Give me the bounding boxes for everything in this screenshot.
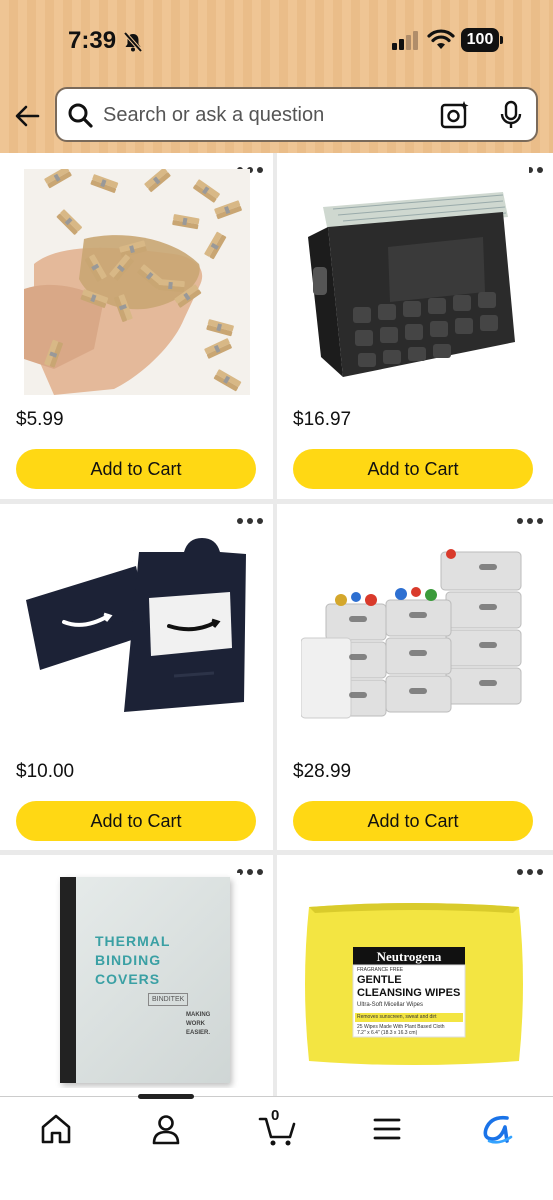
product-label-tagline: WORK: [186, 1021, 205, 1027]
product-price: $28.99: [293, 761, 352, 782]
product-label-size: 7.2" x 6.4" (18.3 x 16.3 cm): [357, 1030, 418, 1036]
battery-level: 100: [461, 28, 499, 52]
bottom-nav: 0: [0, 1094, 553, 1200]
product-label-brand: Neutrogena: [376, 949, 442, 964]
product-image-thermal-binding-covers[interactable]: THERMAL BINDING COVERS BINDITEK MAKING W…: [40, 873, 240, 1088]
menu-icon[interactable]: [369, 1111, 405, 1147]
add-to-cart-button[interactable]: Add to Cart: [293, 449, 533, 489]
product-card[interactable]: $16.97 Add to Cart: [277, 153, 553, 499]
more-options-icon[interactable]: [517, 516, 543, 526]
battery-icon: 100: [461, 28, 503, 52]
product-card[interactable]: $28.99 Add to Cart: [277, 504, 553, 850]
product-price: $10.00: [16, 761, 75, 782]
nav-indicator: [138, 1094, 194, 1099]
account-icon[interactable]: [148, 1111, 184, 1147]
product-image-storage-baskets[interactable]: [301, 542, 527, 722]
rufus-icon[interactable]: [479, 1111, 515, 1147]
back-arrow-icon[interactable]: [12, 100, 44, 132]
more-options-icon[interactable]: [517, 867, 543, 877]
product-label-tagline: MAKING: [186, 1012, 211, 1018]
product-label-tagline: EASIER.: [186, 1030, 211, 1036]
product-image-clothespins[interactable]: [24, 169, 250, 395]
product-label-brand: BINDITEK: [148, 993, 189, 1006]
search-bar[interactable]: [55, 87, 538, 142]
bell-slash-icon: [123, 31, 143, 53]
product-price: $16.97: [293, 409, 352, 430]
product-card[interactable]: Neutrogena FRAGRANCE FREE GENTLE CLEANSI…: [277, 855, 553, 1096]
product-grid: $5.99 Add to Cart $16.97 Add to Cart $10…: [0, 153, 553, 1096]
search-icon: [68, 103, 93, 128]
search-input[interactable]: [103, 99, 423, 131]
product-label-line: THERMAL: [95, 933, 171, 949]
status-time: 7:39: [68, 27, 117, 54]
camera-icon[interactable]: [440, 100, 470, 130]
product-card[interactable]: $10.00 Add to Cart: [0, 504, 273, 850]
more-options-icon[interactable]: [237, 516, 263, 526]
product-label-small: FRAGRANCE FREE: [357, 967, 404, 973]
product-label-title: CLEANSING WIPES: [357, 987, 461, 999]
product-image-file-box[interactable]: [303, 167, 529, 393]
cart-icon[interactable]: 0: [258, 1107, 298, 1147]
header: 7:39 100: [0, 0, 553, 153]
microphone-icon[interactable]: [497, 100, 525, 130]
product-image-neutrogena-wipes[interactable]: Neutrogena FRAGRANCE FREE GENTLE CLEANSI…: [301, 899, 527, 1069]
product-label-line: BINDING: [95, 952, 162, 968]
product-card[interactable]: $5.99 Add to Cart: [0, 153, 273, 499]
add-to-cart-button[interactable]: Add to Cart: [16, 801, 256, 841]
add-to-cart-button[interactable]: Add to Cart: [16, 449, 256, 489]
screen: 7:39 100 Search or ask a question $5.99 …: [0, 0, 553, 1200]
more-options-icon[interactable]: [237, 867, 263, 877]
product-label-band: Removes sunscreen, sweat and dirt: [357, 1014, 437, 1020]
add-to-cart-button[interactable]: Add to Cart: [293, 801, 533, 841]
product-label-sub: Ultra-Soft Micellar Wipes: [357, 1002, 424, 1008]
wifi-icon: [427, 29, 455, 49]
product-image-gift-card[interactable]: [24, 526, 250, 736]
cart-count: 0: [271, 1107, 280, 1124]
product-label-line: COVERS: [95, 971, 161, 987]
home-icon[interactable]: [38, 1111, 74, 1147]
signal-icon: [392, 31, 418, 50]
product-label-title: GENTLE: [357, 974, 402, 986]
product-price: $5.99: [16, 409, 64, 430]
product-card[interactable]: THERMAL BINDING COVERS BINDITEK MAKING W…: [0, 855, 273, 1096]
status-bar: 7:39 100: [0, 0, 553, 80]
